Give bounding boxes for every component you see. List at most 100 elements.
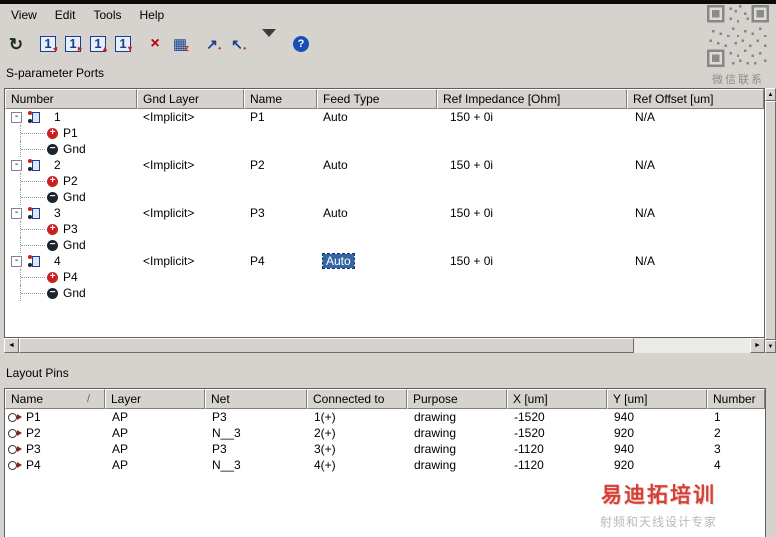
number-cell[interactable]: 2 — [707, 425, 765, 441]
menu-edit[interactable]: Edit — [46, 6, 85, 24]
col-header-x[interactable]: X [um] — [507, 389, 607, 409]
ref-offset-cell[interactable]: N/A — [627, 253, 764, 269]
tree-expander-icon[interactable]: - — [11, 255, 22, 267]
pin-cell[interactable]: + P2 — [5, 173, 78, 189]
number-cell[interactable]: 1 — [707, 409, 765, 425]
layer-cell[interactable]: AP — [105, 441, 205, 457]
connected-to-cell[interactable]: 2(+) — [307, 425, 407, 441]
pin-cell[interactable]: + P4 — [5, 269, 78, 285]
port-number-cell[interactable]: - 4 — [5, 253, 137, 269]
net-cell[interactable]: N__3 — [205, 425, 307, 441]
purpose-cell[interactable]: drawing — [407, 409, 507, 425]
pin-cell[interactable]: + P1 — [5, 125, 78, 141]
gnd-layer-cell[interactable]: <Implicit> — [137, 157, 244, 173]
port-name-cell[interactable]: P4 — [244, 253, 317, 269]
port-number-cell[interactable]: - 1 — [5, 109, 137, 125]
pin-row[interactable]: + P2 — [5, 173, 764, 189]
layer-cell[interactable]: AP — [105, 409, 205, 425]
align-pins-icon[interactable]: ↗ • — [200, 32, 224, 56]
x-cell[interactable]: -1120 — [507, 457, 607, 473]
feed-type-value-selected[interactable]: Auto — [322, 253, 355, 269]
y-cell[interactable]: 940 — [607, 409, 707, 425]
port-name-cell[interactable]: P1 — [244, 109, 317, 125]
x-cell[interactable]: -1520 — [507, 425, 607, 441]
port-group-row[interactable]: - 3 <Implicit> P3 Auto 150 + 0i N/A — [5, 205, 764, 221]
pin-row[interactable]: + P1 — [5, 125, 764, 141]
gnd-layer-cell[interactable]: <Implicit> — [137, 109, 244, 125]
filter-icon[interactable] — [257, 29, 281, 56]
port-number-cell[interactable]: - 2 — [5, 157, 137, 173]
col-header-feed-type[interactable]: Feed Type — [317, 89, 437, 109]
port-name-cell[interactable]: P2 — [244, 157, 317, 173]
col-header-ref-impedance[interactable]: Ref Impedance [Ohm] — [437, 89, 627, 109]
layout-pin-row[interactable]: P2 AP N__3 2(+) drawing -1520 920 2 — [5, 425, 765, 441]
horizontal-scroll-thumb[interactable] — [19, 338, 634, 353]
connected-to-cell[interactable]: 1(+) — [307, 409, 407, 425]
col-header-ref-offset[interactable]: Ref Offset [um] — [627, 89, 764, 109]
connected-to-cell[interactable]: 3(+) — [307, 441, 407, 457]
pin-name-cell[interactable]: P3 — [5, 441, 105, 457]
pin-row[interactable]: − Gnd — [5, 237, 764, 253]
ref-offset-cell[interactable]: N/A — [627, 109, 764, 125]
feed-type-cell[interactable]: Auto — [317, 109, 437, 125]
menu-help[interactable]: Help — [131, 6, 174, 24]
move-port-up-icon[interactable]: 1 ▴ — [86, 32, 110, 56]
layer-cell[interactable]: AP — [105, 457, 205, 473]
col-header-purpose[interactable]: Purpose — [407, 389, 507, 409]
y-cell[interactable]: 920 — [607, 457, 707, 473]
layout-pin-row[interactable]: P3 AP P3 3(+) drawing -1120 940 3 — [5, 441, 765, 457]
feed-type-value[interactable]: Auto — [323, 110, 348, 124]
number-cell[interactable]: 3 — [707, 441, 765, 457]
ref-offset-cell[interactable]: N/A — [627, 157, 764, 173]
feed-type-value[interactable]: Auto — [323, 158, 348, 172]
y-cell[interactable]: 920 — [607, 425, 707, 441]
col-header-connected-to[interactable]: Connected to — [307, 389, 407, 409]
pin-cell[interactable]: + P3 — [5, 221, 78, 237]
pin-row[interactable]: − Gnd — [5, 141, 764, 157]
net-cell[interactable]: P3 — [205, 441, 307, 457]
help-icon[interactable]: ? — [289, 32, 313, 56]
y-cell[interactable]: 940 — [607, 441, 707, 457]
port-properties-icon[interactable]: 1 ◂ — [36, 32, 60, 56]
pin-cell[interactable]: − Gnd — [5, 141, 86, 157]
port-group-row[interactable]: - 4 <Implicit> P4 Auto 150 + 0i N/A — [5, 253, 764, 269]
vertical-scrollbar[interactable]: ▲ ▼ — [765, 88, 776, 353]
col-header-name[interactable]: Name — [244, 89, 317, 109]
connected-to-cell[interactable]: 4(+) — [307, 457, 407, 473]
impedance-editor-icon[interactable]: ▦ z — [168, 32, 192, 56]
delete-port-icon[interactable]: × — [143, 32, 167, 56]
tree-expander-icon[interactable]: - — [11, 207, 22, 219]
renumber-ports-icon[interactable]: 1 ▸ — [61, 32, 85, 56]
pin-row[interactable]: − Gnd — [5, 285, 764, 301]
feed-type-cell[interactable]: Auto — [317, 157, 437, 173]
ref-offset-cell[interactable]: N/A — [627, 205, 764, 221]
col-header-layer[interactable]: Layer — [105, 389, 205, 409]
port-name-cell[interactable]: P3 — [244, 205, 317, 221]
feed-type-cell[interactable]: Auto — [317, 253, 437, 269]
purpose-cell[interactable]: drawing — [407, 457, 507, 473]
pin-name-cell[interactable]: P2 — [5, 425, 105, 441]
pin-cell[interactable]: − Gnd — [5, 237, 86, 253]
port-group-row[interactable]: - 2 <Implicit> P2 Auto 150 + 0i N/A — [5, 157, 764, 173]
scroll-right-icon[interactable]: ► — [750, 338, 765, 353]
port-number-cell[interactable]: - 3 — [5, 205, 137, 221]
ref-impedance-cell[interactable]: 150 + 0i — [437, 205, 627, 221]
gnd-layer-cell[interactable]: <Implicit> — [137, 253, 244, 269]
feed-type-value[interactable]: Auto — [323, 206, 348, 220]
scroll-up-icon[interactable]: ▲ — [765, 88, 776, 101]
gnd-layer-cell[interactable]: <Implicit> — [137, 205, 244, 221]
pick-pins-icon[interactable]: ↖ • — [225, 32, 249, 56]
ref-impedance-cell[interactable]: 150 + 0i — [437, 109, 627, 125]
pin-row[interactable]: + P3 — [5, 221, 764, 237]
net-cell[interactable]: P3 — [205, 409, 307, 425]
refresh-ports-icon[interactable]: ↻ — [4, 32, 28, 56]
purpose-cell[interactable]: drawing — [407, 441, 507, 457]
col-header-number[interactable]: Number — [707, 389, 765, 409]
tree-expander-icon[interactable]: - — [11, 159, 22, 171]
layer-cell[interactable]: AP — [105, 425, 205, 441]
net-cell[interactable]: N__3 — [205, 457, 307, 473]
col-header-number[interactable]: Number — [5, 89, 137, 109]
horizontal-scrollbar[interactable]: ◄ ► — [4, 338, 765, 353]
port-group-row[interactable]: - 1 <Implicit> P1 Auto 150 + 0i N/A — [5, 109, 764, 125]
pin-row[interactable]: + P4 — [5, 269, 764, 285]
